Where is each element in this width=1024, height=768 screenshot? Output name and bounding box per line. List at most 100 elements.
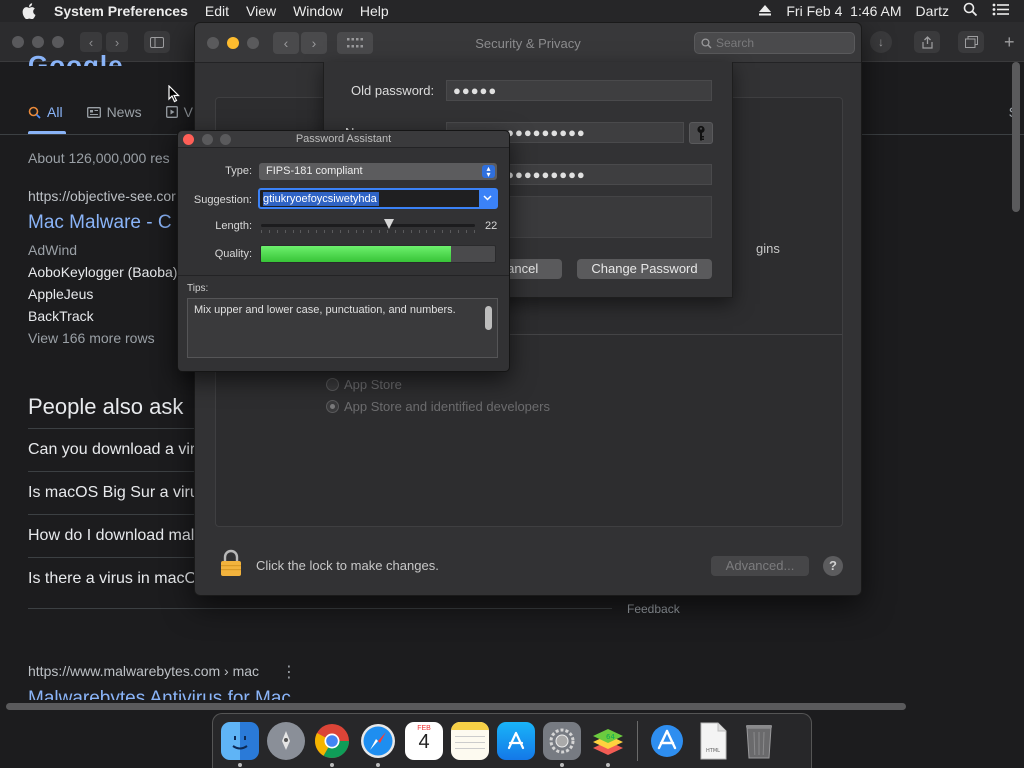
quality-meter [260, 245, 496, 263]
menu-view[interactable]: View [246, 3, 276, 19]
tips-text: Mix upper and lower case, punctuation, a… [194, 304, 456, 316]
bluestacks-icon[interactable]: 64 [589, 722, 627, 767]
browser-back-icon[interactable]: ‹ [80, 32, 102, 52]
type-popup[interactable]: FIPS-181 compliant ▴ ▾ [259, 163, 497, 180]
browser-zoom-button[interactable] [52, 36, 64, 48]
type-popup-value: FIPS-181 compliant [266, 165, 363, 177]
system-preferences-icon[interactable] [543, 722, 581, 767]
lock-icon[interactable] [219, 549, 243, 577]
chrome-icon[interactable] [313, 722, 351, 767]
trash-icon[interactable] [740, 722, 778, 760]
password-assistant-key-icon[interactable] [689, 122, 713, 144]
pa-titlebar: Password Assistant [178, 131, 509, 148]
type-label: Type: [225, 165, 252, 177]
length-label: Length: [215, 220, 252, 232]
mouse-cursor-icon [168, 84, 180, 108]
chevron-updown-icon: ▴ ▾ [482, 165, 495, 179]
safari-icon[interactable] [359, 722, 397, 767]
radio-button-checked[interactable] [326, 400, 339, 413]
tab-videos-label: V [183, 104, 193, 120]
length-slider-ticks [261, 230, 475, 233]
browser-forward-icon[interactable]: › [106, 32, 128, 52]
menu-help[interactable]: Help [360, 3, 389, 19]
result-title-link[interactable]: Mac Malware - C [28, 212, 172, 234]
notes-icon[interactable] [451, 722, 489, 760]
dock-separator [637, 721, 638, 761]
svg-text:64: 64 [606, 733, 615, 741]
length-slider-thumb[interactable] [384, 219, 395, 229]
horizontal-scrollbar[interactable] [6, 703, 906, 710]
paa-question[interactable]: Is there a virus in macO [28, 570, 197, 588]
radio-app-store[interactable]: App Store [326, 377, 402, 392]
browser-minimize-button[interactable] [32, 36, 44, 48]
finder-icon[interactable] [221, 722, 259, 767]
sp-search-input[interactable] [716, 36, 846, 50]
news-icon [86, 106, 101, 118]
radio-button[interactable] [326, 378, 339, 391]
vertical-scrollbar[interactable] [1012, 62, 1020, 212]
eject-icon[interactable] [758, 3, 772, 19]
menu-bar: System Preferences Edit View Window Help… [0, 0, 1024, 22]
google-logo[interactable]: Google [28, 50, 124, 66]
feedback-divider [28, 608, 612, 609]
new-tab-icon[interactable]: + [1004, 32, 1015, 53]
paa-divider [28, 557, 194, 558]
suggestion-label: Suggestion: [193, 194, 252, 206]
menu-window[interactable]: Window [293, 3, 343, 19]
result-count: About 126,000,000 res [28, 150, 170, 166]
app-store-icon[interactable] [497, 722, 535, 760]
tips-text-area[interactable]: Mix upper and lower case, punctuation, a… [187, 298, 498, 358]
quality-meter-fill [261, 246, 451, 262]
paa-question[interactable]: How do I download mal [28, 527, 194, 545]
advanced-button[interactable]: Advanced... [711, 556, 809, 576]
radio-app-store-identified[interactable]: App Store and identified developers [326, 399, 550, 414]
more-options-icon[interactable]: ⋮ [281, 662, 297, 682]
menu-edit[interactable]: Edit [205, 3, 229, 19]
result-row: AoboKeylogger (Baoba) [28, 264, 178, 280]
downloads-icon[interactable] [648, 722, 686, 760]
menubar-clock[interactable]: Fri Feb 4 1:46 AM [786, 3, 901, 19]
paa-divider [28, 514, 194, 515]
change-password-button[interactable]: Change Password [577, 259, 712, 279]
tabs-overview-icon[interactable] [958, 31, 984, 53]
partial-label: gins [756, 241, 780, 256]
document-icon[interactable]: HTML [694, 722, 732, 760]
paa-question[interactable]: Can you download a vir [28, 441, 195, 459]
result2-title-link[interactable]: Malwarebytes Antivirus for Mac [28, 688, 291, 700]
help-button[interactable]: ? [823, 556, 843, 576]
control-center-icon[interactable] [992, 3, 1010, 19]
feedback-link[interactable]: Feedback [627, 602, 680, 616]
result-url[interactable]: https://objective-see.cor [28, 188, 176, 204]
paa-question[interactable]: Is macOS Big Sur a viru [28, 484, 199, 502]
downloads-icon[interactable]: ↓ [870, 31, 892, 53]
tips-scrollbar[interactable] [485, 306, 492, 330]
tab-all[interactable]: All [28, 104, 63, 120]
suggestion-combobox[interactable] [258, 188, 498, 209]
app-name-menu[interactable]: System Preferences [54, 3, 188, 19]
sp-search-field[interactable] [694, 32, 855, 54]
browser-close-button[interactable] [12, 36, 24, 48]
tab-news[interactable]: News [86, 104, 142, 120]
share-icon[interactable] [914, 31, 940, 53]
calendar-day: 4 [418, 731, 430, 753]
view-more-rows-link[interactable]: View 166 more rows [28, 330, 155, 346]
launchpad-icon[interactable] [267, 722, 305, 760]
search-icon [701, 37, 712, 49]
quality-label: Quality: [214, 248, 252, 260]
old-password-field[interactable]: ●●●●● [446, 80, 712, 101]
sidebar-toggle-icon[interactable] [144, 31, 170, 53]
length-value: 22 [485, 220, 498, 232]
people-also-ask-heading: People also ask [28, 394, 184, 419]
result2-url[interactable]: https://www.malwarebytes.com › mac [28, 663, 259, 679]
dock: FEB 4 64 HTML [212, 713, 812, 768]
suggestion-input[interactable] [263, 191, 463, 206]
length-slider-track[interactable] [261, 224, 475, 227]
password-assistant-window: Password Assistant Type: FIPS-181 compli… [177, 130, 510, 372]
calendar-icon[interactable]: FEB 4 [405, 722, 443, 760]
chevron-down-icon[interactable] [479, 190, 496, 207]
menubar-user[interactable]: Dartz [916, 3, 949, 19]
old-password-label: Old password: [351, 83, 435, 98]
apple-menu-icon[interactable] [18, 0, 40, 22]
spotlight-icon[interactable] [963, 2, 978, 20]
tab-all-label: All [47, 104, 63, 120]
